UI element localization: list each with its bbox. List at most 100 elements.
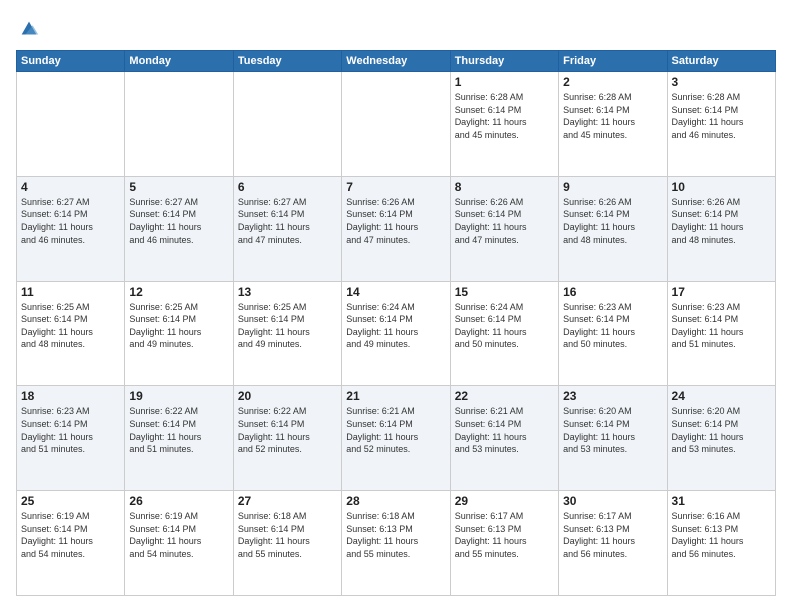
day-info: Sunrise: 6:26 AM Sunset: 6:14 PM Dayligh… bbox=[346, 196, 445, 246]
day-number: 1 bbox=[455, 75, 554, 89]
calendar-cell: 22 Sunrise: 6:21 AM Sunset: 6:14 PM Dayli… bbox=[450, 386, 558, 491]
day-info: Sunrise: 6:20 AM Sunset: 6:14 PM Dayligh… bbox=[563, 405, 662, 455]
calendar-cell: 19Sunrise: 6:22 AM Sunset: 6:14 PM Dayli… bbox=[125, 386, 233, 491]
page: Sunday Monday Tuesday Wednesday Thursday… bbox=[0, 0, 792, 612]
day-info: Sunrise: 6:25 AM Sunset: 6:14 PM Dayligh… bbox=[129, 301, 228, 351]
calendar-week-row: 11 Sunrise: 6:25 AM Sunset: 6:14 PM Dayli… bbox=[17, 281, 776, 386]
header-friday: Friday bbox=[559, 51, 667, 72]
day-info: Sunrise: 6:26 AM Sunset: 6:14 PM Dayligh… bbox=[672, 196, 771, 246]
calendar-cell: 26 Sunrise: 6:19 AM Sunset: 6:14 PM Dayli… bbox=[125, 491, 233, 596]
calendar-week-row: 18Sunrise: 6:23 AM Sunset: 6:14 PM Dayli… bbox=[17, 386, 776, 491]
calendar-cell: 3 Sunrise: 6:28 AM Sunset: 6:14 PM Daylig… bbox=[667, 72, 775, 177]
day-info: Sunrise: 6:24 AM Sunset: 6:14 PM Dayligh… bbox=[455, 301, 554, 351]
day-info: Sunrise: 6:23 AM Sunset: 6:14 PM Dayligh… bbox=[21, 405, 120, 455]
calendar-cell: 21Sunrise: 6:21 AM Sunset: 6:14 PM Dayli… bbox=[342, 386, 450, 491]
calendar-cell: 11 Sunrise: 6:25 AM Sunset: 6:14 PM Dayli… bbox=[17, 281, 125, 386]
day-info: Sunrise: 6:28 AM Sunset: 6:14 PM Dayligh… bbox=[563, 91, 662, 141]
day-info: Sunrise: 6:18 AM Sunset: 6:14 PM Dayligh… bbox=[238, 510, 337, 560]
day-number: 8 bbox=[455, 180, 554, 194]
day-number: 24 bbox=[672, 389, 771, 403]
header-monday: Monday bbox=[125, 51, 233, 72]
calendar-cell: 5Sunrise: 6:27 AM Sunset: 6:14 PM Daylig… bbox=[125, 176, 233, 281]
calendar-cell bbox=[233, 72, 341, 177]
day-number: 4 bbox=[21, 180, 120, 194]
day-info: Sunrise: 6:26 AM Sunset: 6:14 PM Dayligh… bbox=[455, 196, 554, 246]
calendar-cell: 15Sunrise: 6:24 AM Sunset: 6:14 PM Dayli… bbox=[450, 281, 558, 386]
day-number: 30 bbox=[563, 494, 662, 508]
calendar-cell: 14 Sunrise: 6:24 AM Sunset: 6:14 PM Dayli… bbox=[342, 281, 450, 386]
calendar-cell: 12 Sunrise: 6:25 AM Sunset: 6:14 PM Dayli… bbox=[125, 281, 233, 386]
day-number: 17 bbox=[672, 285, 771, 299]
calendar-cell bbox=[125, 72, 233, 177]
calendar-table: Sunday Monday Tuesday Wednesday Thursday… bbox=[16, 50, 776, 596]
day-number: 14 bbox=[346, 285, 445, 299]
calendar-cell: 16 Sunrise: 6:23 AM Sunset: 6:14 PM Dayli… bbox=[559, 281, 667, 386]
logo-icon bbox=[18, 18, 40, 40]
calendar-cell: 29 Sunrise: 6:17 AM Sunset: 6:13 PM Dayli… bbox=[450, 491, 558, 596]
day-info: Sunrise: 6:26 AM Sunset: 6:14 PM Dayligh… bbox=[563, 196, 662, 246]
calendar-cell: 4 Sunrise: 6:27 AM Sunset: 6:14 PM Daylig… bbox=[17, 176, 125, 281]
day-number: 2 bbox=[563, 75, 662, 89]
calendar-cell: 17 Sunrise: 6:23 AM Sunset: 6:14 PM Dayli… bbox=[667, 281, 775, 386]
day-info: Sunrise: 6:28 AM Sunset: 6:14 PM Dayligh… bbox=[455, 91, 554, 141]
calendar-cell: 1 Sunrise: 6:28 AM Sunset: 6:14 PM Daylig… bbox=[450, 72, 558, 177]
calendar-cell: 6 Sunrise: 6:27 AM Sunset: 6:14 PM Daylig… bbox=[233, 176, 341, 281]
day-info: Sunrise: 6:19 AM Sunset: 6:14 PM Dayligh… bbox=[129, 510, 228, 560]
day-number: 13 bbox=[238, 285, 337, 299]
calendar-week-row: 1 Sunrise: 6:28 AM Sunset: 6:14 PM Daylig… bbox=[17, 72, 776, 177]
day-info: Sunrise: 6:17 AM Sunset: 6:13 PM Dayligh… bbox=[455, 510, 554, 560]
day-number: 25 bbox=[21, 494, 120, 508]
day-info: Sunrise: 6:16 AM Sunset: 6:13 PM Dayligh… bbox=[672, 510, 771, 560]
day-info: Sunrise: 6:23 AM Sunset: 6:14 PM Dayligh… bbox=[672, 301, 771, 351]
header-saturday: Saturday bbox=[667, 51, 775, 72]
day-info: Sunrise: 6:25 AM Sunset: 6:14 PM Dayligh… bbox=[238, 301, 337, 351]
day-number: 22 bbox=[455, 389, 554, 403]
calendar-cell: 25Sunrise: 6:19 AM Sunset: 6:14 PM Dayli… bbox=[17, 491, 125, 596]
day-number: 9 bbox=[563, 180, 662, 194]
day-number: 26 bbox=[129, 494, 228, 508]
header-tuesday: Tuesday bbox=[233, 51, 341, 72]
calendar-cell: 18Sunrise: 6:23 AM Sunset: 6:14 PM Dayli… bbox=[17, 386, 125, 491]
day-info: Sunrise: 6:27 AM Sunset: 6:14 PM Dayligh… bbox=[238, 196, 337, 246]
calendar-cell: 28 Sunrise: 6:18 AM Sunset: 6:13 PM Dayli… bbox=[342, 491, 450, 596]
calendar-cell: 20 Sunrise: 6:22 AM Sunset: 6:14 PM Dayli… bbox=[233, 386, 341, 491]
day-info: Sunrise: 6:21 AM Sunset: 6:14 PM Dayligh… bbox=[455, 405, 554, 455]
header-wednesday: Wednesday bbox=[342, 51, 450, 72]
day-info: Sunrise: 6:28 AM Sunset: 6:14 PM Dayligh… bbox=[672, 91, 771, 141]
calendar-cell bbox=[17, 72, 125, 177]
day-info: Sunrise: 6:27 AM Sunset: 6:14 PM Dayligh… bbox=[21, 196, 120, 246]
calendar-cell: 8 Sunrise: 6:26 AM Sunset: 6:14 PM Daylig… bbox=[450, 176, 558, 281]
header bbox=[16, 16, 776, 40]
day-info: Sunrise: 6:20 AM Sunset: 6:14 PM Dayligh… bbox=[672, 405, 771, 455]
logo bbox=[16, 16, 40, 40]
day-number: 3 bbox=[672, 75, 771, 89]
day-number: 11 bbox=[21, 285, 120, 299]
calendar-cell: 9 Sunrise: 6:26 AM Sunset: 6:14 PM Daylig… bbox=[559, 176, 667, 281]
calendar-cell: 31Sunrise: 6:16 AM Sunset: 6:13 PM Dayli… bbox=[667, 491, 775, 596]
day-number: 6 bbox=[238, 180, 337, 194]
day-number: 12 bbox=[129, 285, 228, 299]
day-info: Sunrise: 6:17 AM Sunset: 6:13 PM Dayligh… bbox=[563, 510, 662, 560]
day-info: Sunrise: 6:25 AM Sunset: 6:14 PM Dayligh… bbox=[21, 301, 120, 351]
header-thursday: Thursday bbox=[450, 51, 558, 72]
day-info: Sunrise: 6:23 AM Sunset: 6:14 PM Dayligh… bbox=[563, 301, 662, 351]
day-number: 27 bbox=[238, 494, 337, 508]
day-number: 29 bbox=[455, 494, 554, 508]
calendar-cell: 10Sunrise: 6:26 AM Sunset: 6:14 PM Dayli… bbox=[667, 176, 775, 281]
calendar-week-row: 25 Sunrise: 6:19 AM Sunset: 6:14 PM Dayli… bbox=[17, 491, 776, 596]
day-info: Sunrise: 6:22 AM Sunset: 6:14 PM Dayligh… bbox=[238, 405, 337, 455]
day-info: Sunrise: 6:21 AM Sunset: 6:14 PM Dayligh… bbox=[346, 405, 445, 455]
day-number: 16 bbox=[563, 285, 662, 299]
calendar-cell: 27 Sunrise: 6:18 AM Sunset: 6:14 PM Dayli… bbox=[233, 491, 341, 596]
day-number: 28 bbox=[346, 494, 445, 508]
logo-text bbox=[16, 16, 40, 40]
header-sunday: Sunday bbox=[17, 51, 125, 72]
calendar-cell: 2 Sunrise: 6:28 AM Sunset: 6:14 PM Daylig… bbox=[559, 72, 667, 177]
day-number: 20 bbox=[238, 389, 337, 403]
calendar-cell: 23Sunrise: 6:20 AM Sunset: 6:14 PM Dayli… bbox=[559, 386, 667, 491]
day-info: Sunrise: 6:27 AM Sunset: 6:14 PM Dayligh… bbox=[129, 196, 228, 246]
calendar-cell: 7Sunrise: 6:26 AM Sunset: 6:14 PM Daylig… bbox=[342, 176, 450, 281]
day-info: Sunrise: 6:18 AM Sunset: 6:13 PM Dayligh… bbox=[346, 510, 445, 560]
calendar-cell bbox=[342, 72, 450, 177]
day-info: Sunrise: 6:24 AM Sunset: 6:14 PM Dayligh… bbox=[346, 301, 445, 351]
